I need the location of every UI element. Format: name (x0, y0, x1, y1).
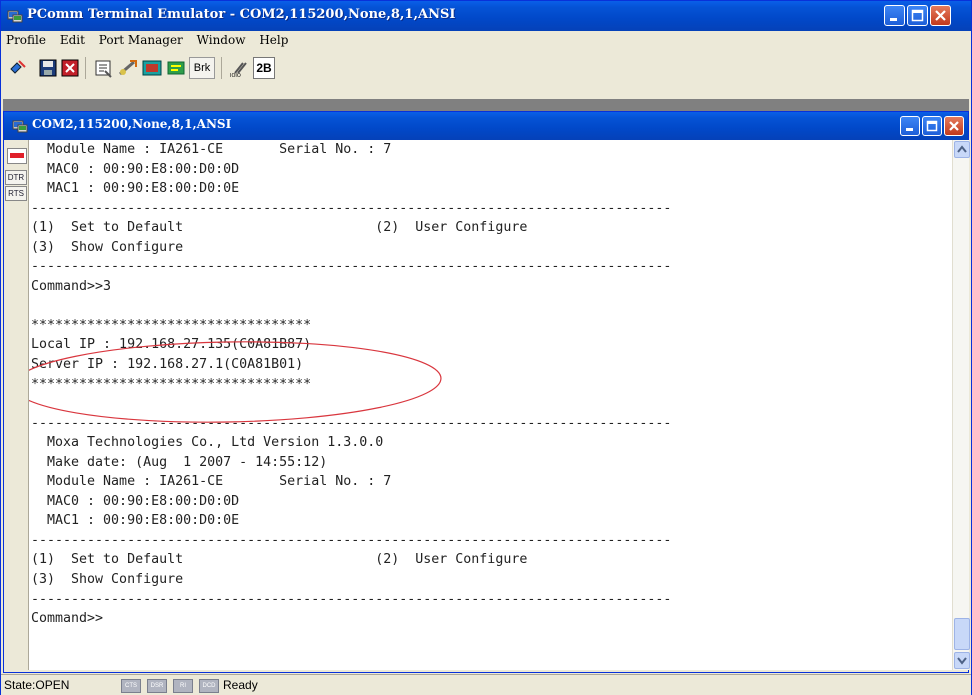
scroll-thumb[interactable] (954, 618, 970, 650)
terminal-close-button[interactable] (944, 116, 964, 136)
send-file-icon[interactable] (117, 57, 139, 79)
terminal-window: COM2,115200,None,8,1,ANSI DTR RTS Module… (3, 111, 970, 673)
minimize-icon (890, 18, 897, 21)
menu-profile[interactable]: Profile (1, 31, 51, 49)
connection-led (10, 153, 24, 158)
connection-indicator (7, 148, 27, 164)
cts-indicator: CTS (121, 679, 141, 693)
terminal-maximize-button[interactable] (922, 116, 942, 136)
menu-edit[interactable]: Edit (55, 31, 90, 49)
scroll-down-button[interactable] (954, 652, 970, 669)
properties-icon[interactable] (93, 57, 115, 79)
status-bar: State:OPEN CTS DSR RI DCD Ready (1, 674, 971, 695)
main-window: PComm Terminal Emulator - COM2,115200,No… (0, 0, 972, 695)
save-icon[interactable] (37, 57, 59, 79)
dsr-indicator: DSR (147, 679, 167, 693)
receive-file-icon[interactable] (141, 57, 163, 79)
close-button[interactable] (930, 5, 951, 26)
title-bar[interactable]: PComm Terminal Emulator - COM2,115200,No… (1, 1, 971, 31)
terminal-icon (12, 120, 28, 133)
menu-window[interactable]: Window (192, 31, 251, 49)
svg-text:IOIO: IOIO (230, 73, 241, 79)
vertical-scrollbar[interactable] (952, 140, 970, 670)
io-tool-icon[interactable]: IOIO (229, 57, 251, 79)
rts-toggle[interactable]: RTS (5, 186, 27, 201)
terminal-minimize-button[interactable] (900, 116, 920, 136)
line-status-panel: DTR RTS (4, 140, 28, 670)
ri-indicator: RI (173, 679, 193, 693)
app-icon (7, 10, 23, 23)
port-state: State:OPEN (4, 678, 70, 692)
menu-help[interactable]: Help (254, 31, 293, 49)
connect-icon[interactable] (7, 57, 29, 79)
toolbar-separator (85, 57, 86, 79)
minimize-icon (906, 128, 913, 131)
chevron-up-icon (957, 145, 967, 153)
break-button[interactable]: Brk (189, 57, 215, 79)
scroll-up-button[interactable] (954, 141, 970, 158)
terminal-title: COM2,115200,None,8,1,ANSI (32, 117, 232, 131)
close-icon (949, 121, 959, 131)
chevron-down-icon (957, 657, 967, 665)
dtr-toggle[interactable]: DTR (5, 170, 27, 185)
dcd-indicator: DCD (199, 679, 219, 693)
status-ready: Ready (223, 678, 258, 692)
mdi-area: COM2,115200,None,8,1,ANSI DTR RTS Module… (3, 99, 970, 673)
close-icon (935, 10, 946, 21)
maximize-icon (926, 120, 938, 132)
maximize-icon (911, 9, 924, 22)
minimize-button[interactable] (884, 5, 905, 26)
menu-bar: Profile Edit Port Manager Window Help (1, 31, 971, 51)
scroll-icon[interactable] (165, 57, 187, 79)
window-title: PComm Terminal Emulator - COM2,115200,No… (27, 7, 456, 22)
two-byte-button[interactable]: 2B (253, 57, 275, 79)
menu-port-manager[interactable]: Port Manager (94, 31, 188, 49)
highlight-ellipse (29, 341, 442, 423)
terminal-screen[interactable]: Module Name : IA261-CE Serial No. : 7 MA… (28, 140, 953, 670)
capture-icon[interactable] (59, 57, 81, 79)
maximize-button[interactable] (907, 5, 928, 26)
toolbar: Brk IOIO 2B (3, 53, 343, 83)
toolbar-separator (221, 57, 222, 79)
terminal-title-bar[interactable]: COM2,115200,None,8,1,ANSI (4, 112, 968, 140)
